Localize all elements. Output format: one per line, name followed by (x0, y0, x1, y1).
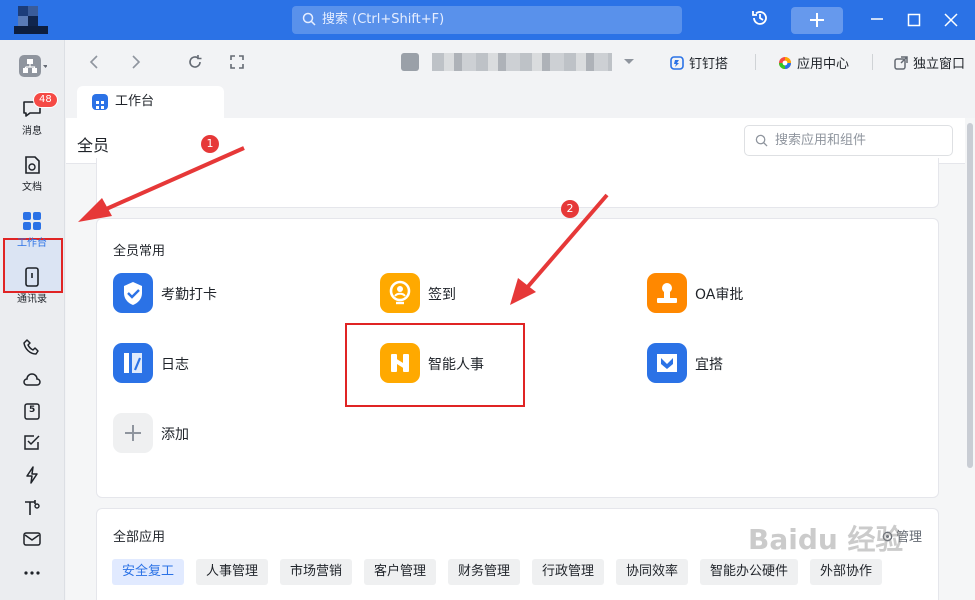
annotation-arrows (78, 146, 609, 305)
watermark: Baidu 经验 (748, 523, 904, 556)
step-badge-2: 2 (561, 200, 579, 218)
step-badge-1: 1 (201, 135, 219, 153)
